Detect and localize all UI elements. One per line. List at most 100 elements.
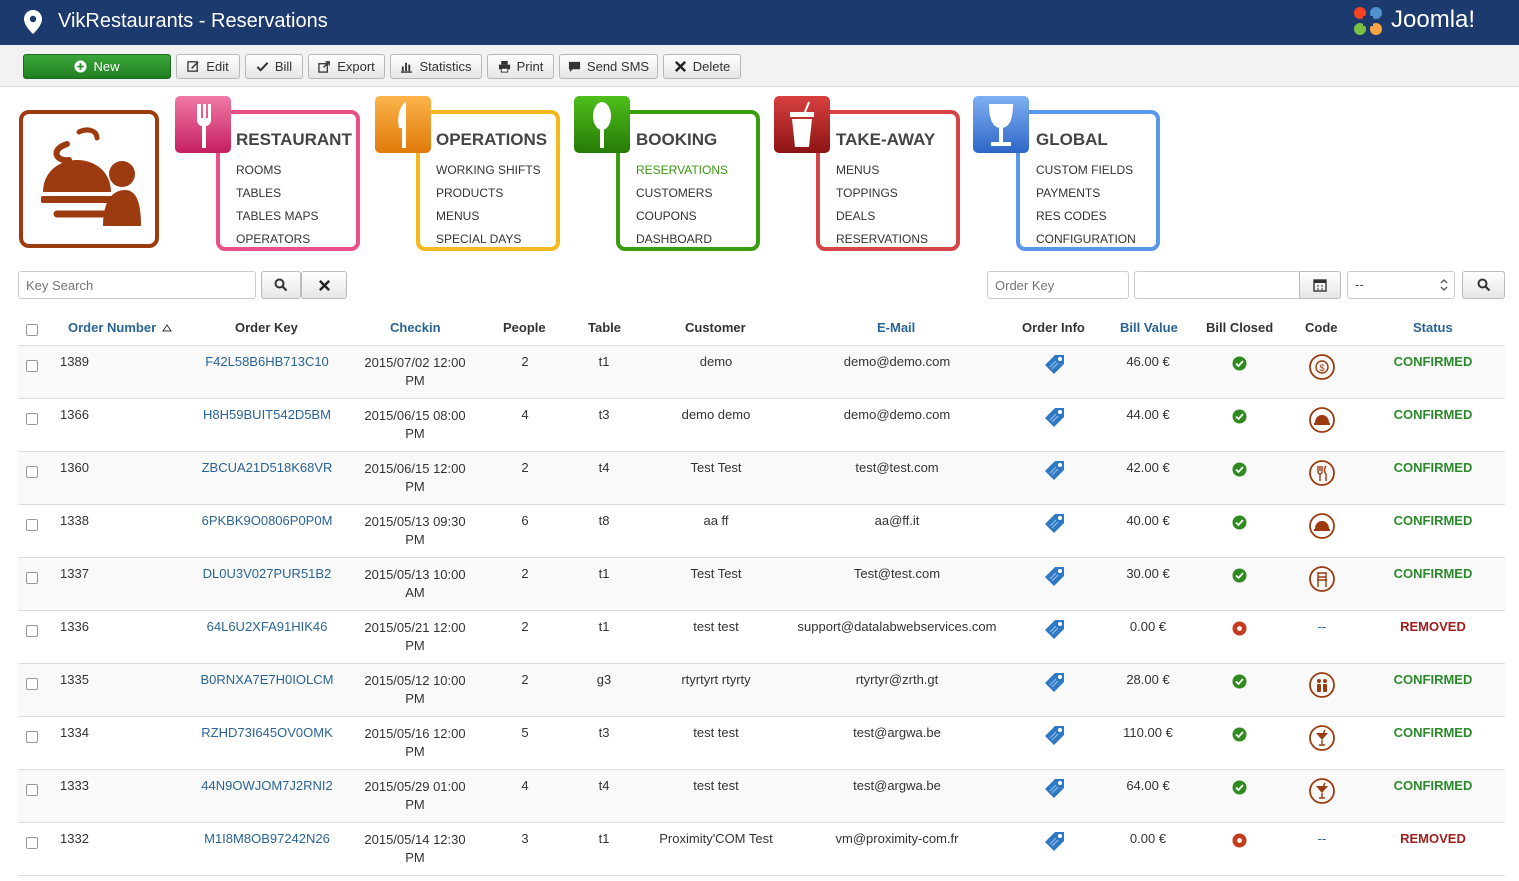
export-button[interactable]: Export — [308, 54, 385, 79]
order-info-button[interactable] — [1040, 670, 1070, 699]
calendar-button[interactable] — [1299, 271, 1341, 299]
filter-search-button[interactable] — [1462, 271, 1505, 299]
bill-button[interactable]: Bill — [245, 54, 303, 79]
row-checkbox[interactable] — [26, 413, 38, 425]
row-checkbox[interactable] — [26, 360, 38, 372]
checkin-ampm: PM — [405, 744, 425, 759]
res-code-cloche-icon[interactable] — [1308, 512, 1336, 540]
date-input[interactable] — [1134, 271, 1300, 299]
res-code-dollar-icon[interactable]: $ — [1308, 353, 1336, 381]
menu-item-configuration[interactable]: CONFIGURATION — [1036, 228, 1136, 251]
row-checkbox[interactable] — [26, 731, 38, 743]
res-code[interactable] — [1306, 565, 1338, 596]
res-code[interactable] — [1306, 406, 1338, 437]
send-sms-button[interactable]: Send SMS — [559, 54, 658, 79]
search-button[interactable] — [261, 271, 301, 299]
order-key-link[interactable]: 64L6U2XFA91HIK46 — [186, 619, 348, 634]
order-info-button[interactable] — [1040, 829, 1070, 858]
res-code[interactable]: -- — [1306, 619, 1338, 634]
order-number: 1389 — [60, 354, 89, 369]
status-select[interactable]: -- — [1347, 271, 1455, 299]
statistics-button[interactable]: Statistics — [390, 54, 482, 79]
res-code[interactable] — [1306, 724, 1338, 755]
order-info-button[interactable] — [1040, 564, 1070, 593]
order-info-button[interactable] — [1040, 776, 1070, 805]
res-code[interactable] — [1306, 777, 1338, 808]
edit-button[interactable]: Edit — [176, 54, 240, 79]
res-code[interactable]: -- — [1306, 831, 1338, 846]
order-key-link[interactable]: M1I8M8OB97242N26 — [186, 831, 348, 846]
menu-item-deals[interactable]: DEALS — [836, 205, 928, 228]
menu-item-customers[interactable]: CUSTOMERS — [636, 182, 728, 205]
menu-item-special-days[interactable]: SPECIAL DAYS — [436, 228, 541, 251]
res-code-cloche-icon[interactable] — [1308, 406, 1336, 434]
res-code-cocktail-icon[interactable] — [1308, 724, 1336, 752]
res-code[interactable] — [1306, 459, 1338, 490]
res-code-people-icon[interactable] — [1308, 671, 1336, 699]
order-info-button[interactable] — [1040, 723, 1070, 752]
order-key-link[interactable]: H8H59BUIT542D5BM — [186, 407, 348, 422]
order-key-link[interactable]: 6PKBK9O0806P0P0M — [186, 513, 348, 528]
new-button[interactable]: New — [23, 54, 171, 79]
menu-item-ta-reservations[interactable]: RESERVATIONS — [836, 228, 928, 251]
price-tag-icon — [1045, 514, 1064, 533]
order-number: 1338 — [60, 513, 89, 528]
menu-item-working-shifts[interactable]: WORKING SHIFTS — [436, 159, 541, 182]
menu-item-reservations[interactable]: RESERVATIONS — [636, 159, 728, 182]
row-checkbox[interactable] — [26, 678, 38, 690]
col-checkin[interactable]: Checkin — [390, 320, 441, 335]
checkin-date: 2015/05/21 12:00 — [364, 620, 466, 635]
menu-item-res-codes[interactable]: RES CODES — [1036, 205, 1136, 228]
menu-item-operators[interactable]: OPERATORS — [236, 228, 318, 251]
col-status[interactable]: Status — [1413, 320, 1453, 335]
select-all-checkbox[interactable] — [26, 324, 38, 336]
col-bill-value[interactable]: Bill Value — [1120, 320, 1178, 335]
res-code-cutlery-icon[interactable] — [1308, 459, 1336, 487]
order-key-link[interactable]: F42L58B6HB713C10 — [186, 354, 348, 369]
menu-item-menus[interactable]: MENUS — [436, 205, 541, 228]
order-info-button[interactable] — [1040, 511, 1070, 540]
menu-item-payments[interactable]: PAYMENTS — [1036, 182, 1136, 205]
order-key-link[interactable]: B0RNXA7E7H0IOLCM — [186, 672, 348, 687]
row-checkbox[interactable] — [26, 625, 38, 637]
clear-search-button[interactable] — [301, 271, 347, 299]
order-key-link[interactable]: ZBCUA21D518K68VR — [186, 460, 348, 475]
order-key-link[interactable]: DL0U3V027PUR51B2 — [186, 566, 348, 581]
email: Test@test.com — [853, 566, 941, 581]
row-checkbox[interactable] — [26, 784, 38, 796]
menu-item-custom-fields[interactable]: CUSTOM FIELDS — [1036, 159, 1136, 182]
row-checkbox[interactable] — [26, 572, 38, 584]
order-key-link[interactable]: 44N9OWJOM7J2RNI2 — [186, 778, 348, 793]
checkin-ampm: PM — [405, 850, 425, 865]
menu-item-tables-maps[interactable]: TABLES MAPS — [236, 205, 318, 228]
row-checkbox[interactable] — [26, 519, 38, 531]
res-code[interactable]: $ — [1306, 353, 1338, 384]
order-key-input[interactable] — [987, 271, 1129, 299]
menu-item-ta-menus[interactable]: MENUS — [836, 159, 928, 182]
res-code[interactable] — [1306, 671, 1338, 702]
res-code-chair-icon[interactable] — [1308, 565, 1336, 593]
col-email[interactable]: E-Mail — [877, 320, 915, 335]
delete-button[interactable]: Delete — [663, 54, 741, 79]
menu-item-rooms[interactable]: ROOMS — [236, 159, 318, 182]
key-search-input[interactable] — [18, 271, 256, 299]
order-info-button[interactable] — [1040, 352, 1070, 381]
col-order-number[interactable]: Order Number — [68, 320, 172, 335]
res-code[interactable] — [1306, 512, 1338, 543]
fork-icon — [175, 96, 231, 153]
menu-item-products[interactable]: PRODUCTS — [436, 182, 541, 205]
print-button[interactable]: Print — [487, 54, 554, 79]
row-checkbox[interactable] — [26, 466, 38, 478]
menu-item-toppings[interactable]: TOPPINGS — [836, 182, 928, 205]
res-code-cocktail-icon[interactable] — [1308, 777, 1336, 805]
order-key-link[interactable]: RZHD73I645OV0OMK — [186, 725, 348, 740]
order-info-button[interactable] — [1040, 458, 1070, 487]
bill-closed-indicator — [1230, 409, 1248, 427]
menu-item-coupons[interactable]: COUPONS — [636, 205, 728, 228]
order-info-button[interactable] — [1040, 405, 1070, 434]
menu-item-dashboard[interactable]: DASHBOARD — [636, 228, 728, 251]
order-info-button[interactable] — [1040, 617, 1070, 646]
joomla-logo[interactable]: Joomla! — [1351, 4, 1501, 38]
row-checkbox[interactable] — [26, 837, 38, 849]
menu-item-tables[interactable]: TABLES — [236, 182, 318, 205]
